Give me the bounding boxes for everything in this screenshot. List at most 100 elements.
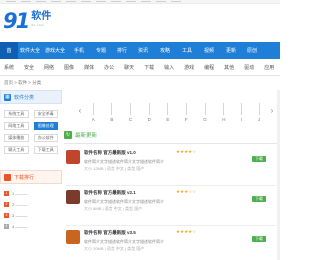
next-arrow-icon[interactable]: › [268,106,276,115]
app-title[interactable]: 软件名称 官方最新版 v2.1 [84,190,136,196]
rank-number: 1 [4,191,9,196]
download-button[interactable]: 下载 [252,236,266,242]
app-meta: 大小 20MB | 语言 中文 | 类型 国产 [84,246,145,251]
subnav-item-13[interactable]: 应用 [264,64,274,71]
nav-item-7[interactable]: 攻略 [154,42,176,59]
app-thumbnail[interactable] [66,230,80,244]
index-letter[interactable]: I [241,103,242,122]
rank-label: 1 ——— [12,191,28,196]
category-tag[interactable]: 网络工具 [4,122,29,130]
subnav-item-4[interactable]: 媒体 [84,64,94,71]
nav-item-4[interactable]: 专题 [90,42,112,59]
rank-number: 4 [4,224,9,229]
subnav-item-7[interactable]: 下载 [144,64,154,71]
index-letter[interactable]: H [222,103,226,122]
nav-item-2[interactable]: 游戏大全 [42,42,68,59]
index-letter[interactable]: J [258,103,260,122]
app-card[interactable]: 软件名称 官方最新版 v2.1 ★★★☆☆ 软件简介文字描述软件简介文字描述软件简介… [66,189,276,226]
divider [66,185,276,186]
subnav-item-12[interactable]: 驱动 [244,64,254,71]
category-tag[interactable]: 聊天工具 [4,146,29,154]
app-card[interactable]: 软件名称 官方最新版 v1.0 ★★★★☆ 软件简介文字描述软件简介文字描述软件简介… [66,149,276,186]
category-tags: 系统工具 安全杀毒 网络工具 图像处理 媒体播放 办公软件 聊天工具 下载工具 [0,104,62,160]
category-tag[interactable]: 下载工具 [33,146,58,154]
subnav-item-5[interactable]: 办公 [104,64,114,71]
category-tag[interactable]: 安全杀毒 [33,110,58,118]
rank-item[interactable]: 44 ——— [4,221,58,232]
rank-label: 3 ——— [12,213,28,218]
rank-header: 下载排行 [0,170,62,184]
download-button[interactable]: 下载 [252,156,266,162]
rating-stars: ★★★☆☆ [176,189,197,194]
category-tag[interactable]: 系统工具 [4,110,29,118]
logo-subtitle: 91.com [31,23,45,27]
top-utility-bar [0,0,280,4]
app-description: 软件简介文字描述软件简介文字描述软件简介 [84,159,164,164]
subnav-item-0[interactable]: 系统 [4,64,14,71]
update-icon: ↻ [64,131,72,139]
category-title: 软件分类 [14,94,35,101]
nav-item-8[interactable]: 工具 [176,42,198,59]
index-letter[interactable]: A [92,103,95,122]
scrollbar[interactable] [277,90,280,260]
app-meta: 大小 12MB | 语言 中文 | 类型 国产 [84,166,145,171]
category-header: ▦ 软件分类 [0,90,62,104]
subnav-item-6[interactable]: 聊天 [124,64,134,71]
app-title[interactable]: 软件名称 官方最新版 v3.5 [84,230,136,236]
section-title: 最新更新 [75,133,98,139]
category-tag[interactable]: 图像处理 [33,122,58,130]
subnav-item-2[interactable]: 网络 [44,64,54,71]
app-thumbnail[interactable] [66,190,80,204]
index-letter[interactable]: E [166,103,169,122]
site-logo[interactable]: 91 软件 91.com [3,11,57,35]
logo-mark: 91 [3,9,30,33]
category-tag[interactable]: 办公软件 [33,134,58,142]
index-letter[interactable]: B [110,103,113,122]
rating-stars: ★★★★☆ [176,229,197,234]
nav-item-0[interactable]: 首 [0,42,18,59]
rank-label: 4 ——— [12,224,28,229]
index-letter[interactable]: F [185,103,188,122]
index-letter[interactable]: C [129,103,132,122]
app-description: 软件简介文字描述软件简介文字描述软件简介 [84,239,164,244]
rank-number: 2 [4,202,9,207]
index-letter[interactable]: D [148,103,151,122]
nav-item-5[interactable]: 排行 [112,42,132,59]
prev-arrow-icon[interactable]: ‹ [76,106,84,115]
app-meta: 大小 8MB | 语言 中文 | 类型 国产 [84,206,143,211]
nav-item-9[interactable]: 视频 [198,42,220,59]
category-subnav: 系统 安全 网络 图像 媒体 办公 聊天 下载 输入 游戏 编程 其他 驱动 应用 [0,60,280,76]
nav-item-6[interactable]: 资讯 [132,42,154,59]
index-letter[interactable]: G [203,103,207,122]
nav-item-3[interactable]: 手机 [68,42,90,59]
subnav-item-3[interactable]: 图像 [64,64,74,71]
subnav-item-9[interactable]: 游戏 [184,64,194,71]
breadcrumb: 首页 > 软件 > 分类 [4,80,42,85]
subnav-item-1[interactable]: 安全 [24,64,34,71]
rank-item[interactable]: 11 ——— [4,188,58,199]
nav-item-1[interactable]: 软件大全 [18,42,42,59]
rank-item[interactable]: 33 ——— [4,210,58,221]
subnav-item-11[interactable]: 其他 [224,64,234,71]
nav-item-11[interactable]: 原创 [242,42,262,59]
app-card[interactable]: 软件名称 官方最新版 v3.5 ★★★★☆ 软件简介文字描述软件简介文字描述软件简介… [66,229,276,260]
rank-title: 下载排行 [14,174,35,181]
subnav-item-8[interactable]: 输入 [164,64,174,71]
rank-number: 3 [4,213,9,218]
main-nav: 首软件大全 游戏大全 手机 专题 排行 资讯 攻略 工具 视频 更新 原创 [0,42,280,59]
letter-index: ‹ ABCDEFGHIJ › [76,96,276,124]
download-button[interactable]: 下载 [252,196,266,202]
left-sidebar: ▦ 软件分类 系统工具 安全杀毒 网络工具 图像处理 媒体播放 办公软件 聊天工具 下载工具 … [0,90,62,260]
fire-icon [4,173,11,181]
rating-stars: ★★★★☆ [176,149,197,154]
category-tag[interactable]: 媒体播放 [4,134,29,142]
app-title[interactable]: 软件名称 官方最新版 v1.0 [84,150,136,156]
subnav-item-10[interactable]: 编程 [204,64,214,71]
nav-item-10[interactable]: 更新 [220,42,242,59]
app-description: 软件简介文字描述软件简介文字描述软件简介 [84,199,164,204]
section-header: ↻ 最新更新 [64,128,278,142]
app-thumbnail[interactable] [66,150,80,164]
rank-list: 11 ——— 2 2 ——— 3 3 ——— 4 4 ——— [0,184,62,236]
rank-item[interactable]: 22 ——— [4,199,58,210]
grid-icon: ▦ [4,93,11,101]
